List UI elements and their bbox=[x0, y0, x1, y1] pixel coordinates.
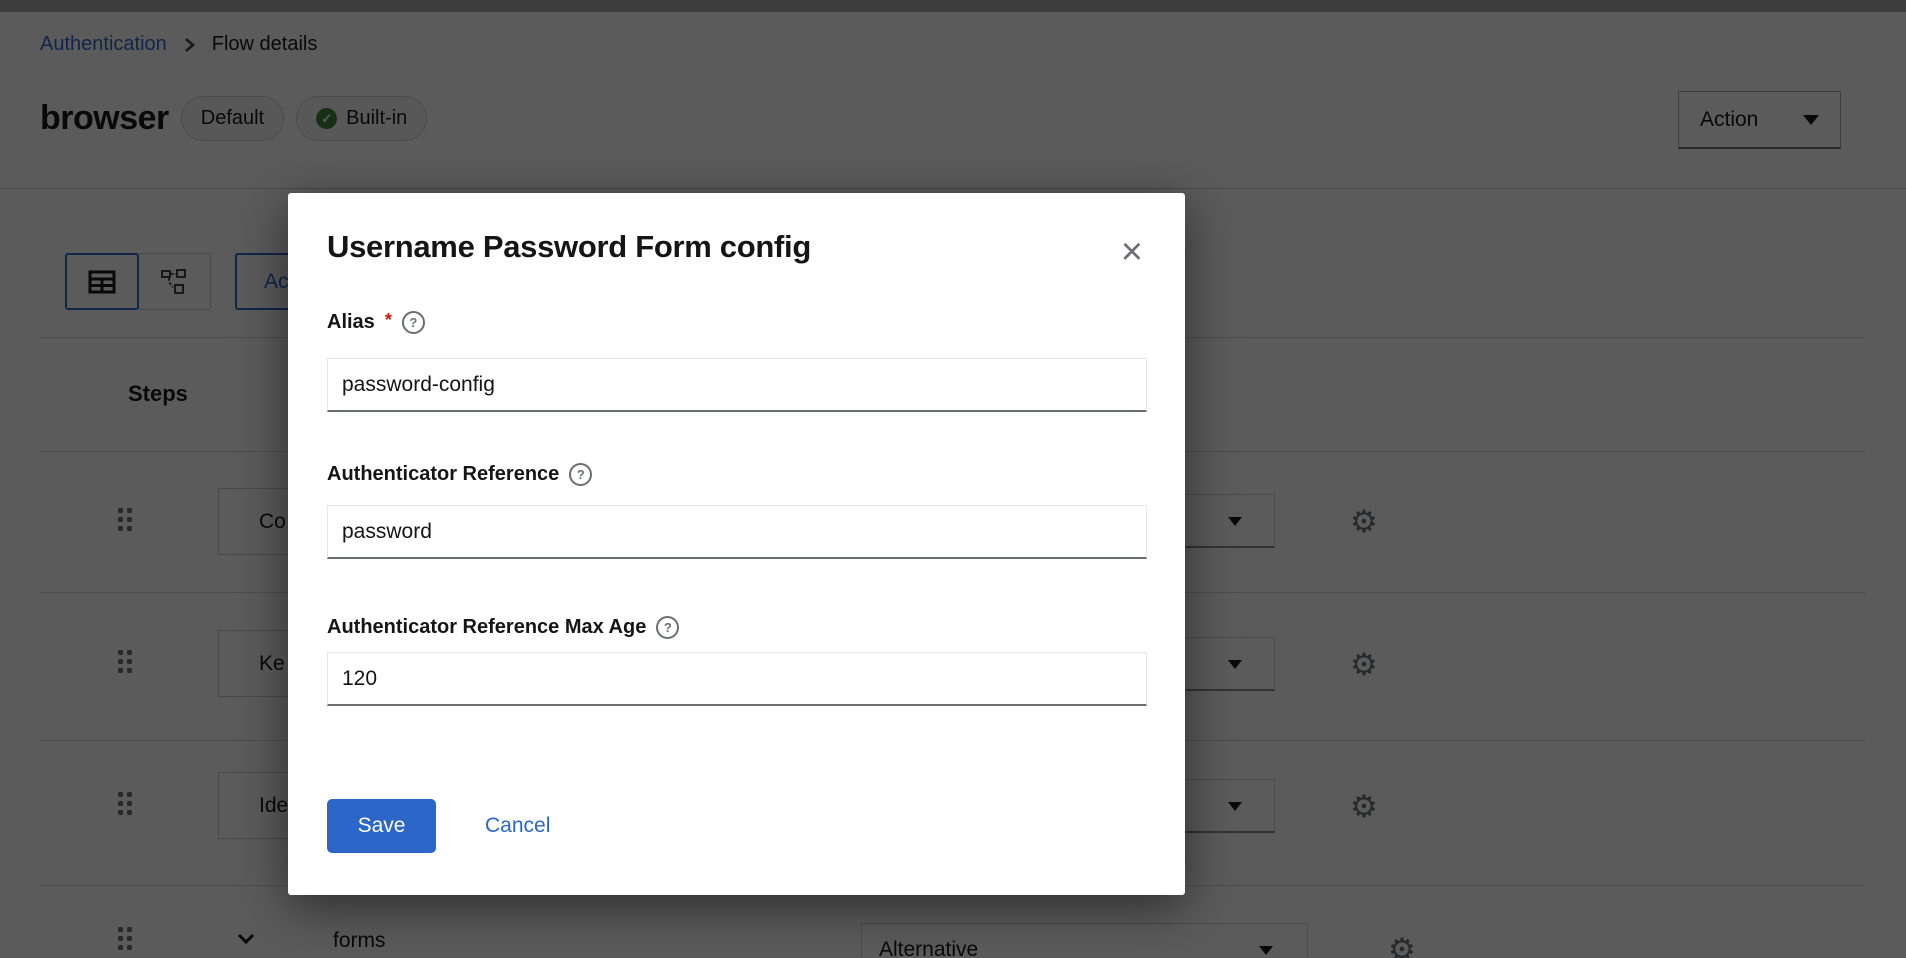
max-age-label: Authenticator Reference Max Age ? bbox=[327, 616, 679, 639]
flow-details-page: Authentication Flow details browser Defa… bbox=[0, 0, 1906, 958]
help-icon[interactable]: ? bbox=[656, 616, 679, 639]
help-icon[interactable]: ? bbox=[402, 311, 425, 334]
required-marker: * bbox=[385, 310, 392, 331]
authenticator-reference-label: Authenticator Reference ? bbox=[327, 463, 592, 486]
modal-title: Username Password Form config bbox=[327, 229, 811, 265]
alias-input[interactable] bbox=[327, 358, 1147, 412]
close-icon[interactable]: × bbox=[1121, 233, 1143, 271]
help-icon[interactable]: ? bbox=[569, 463, 592, 486]
alias-label: Alias * ? bbox=[327, 311, 425, 334]
save-button[interactable]: Save bbox=[327, 799, 436, 853]
authenticator-reference-input[interactable] bbox=[327, 505, 1147, 559]
max-age-input[interactable] bbox=[327, 652, 1147, 706]
cancel-button[interactable]: Cancel bbox=[485, 799, 550, 853]
config-modal: Username Password Form config × Alias * … bbox=[288, 193, 1185, 895]
